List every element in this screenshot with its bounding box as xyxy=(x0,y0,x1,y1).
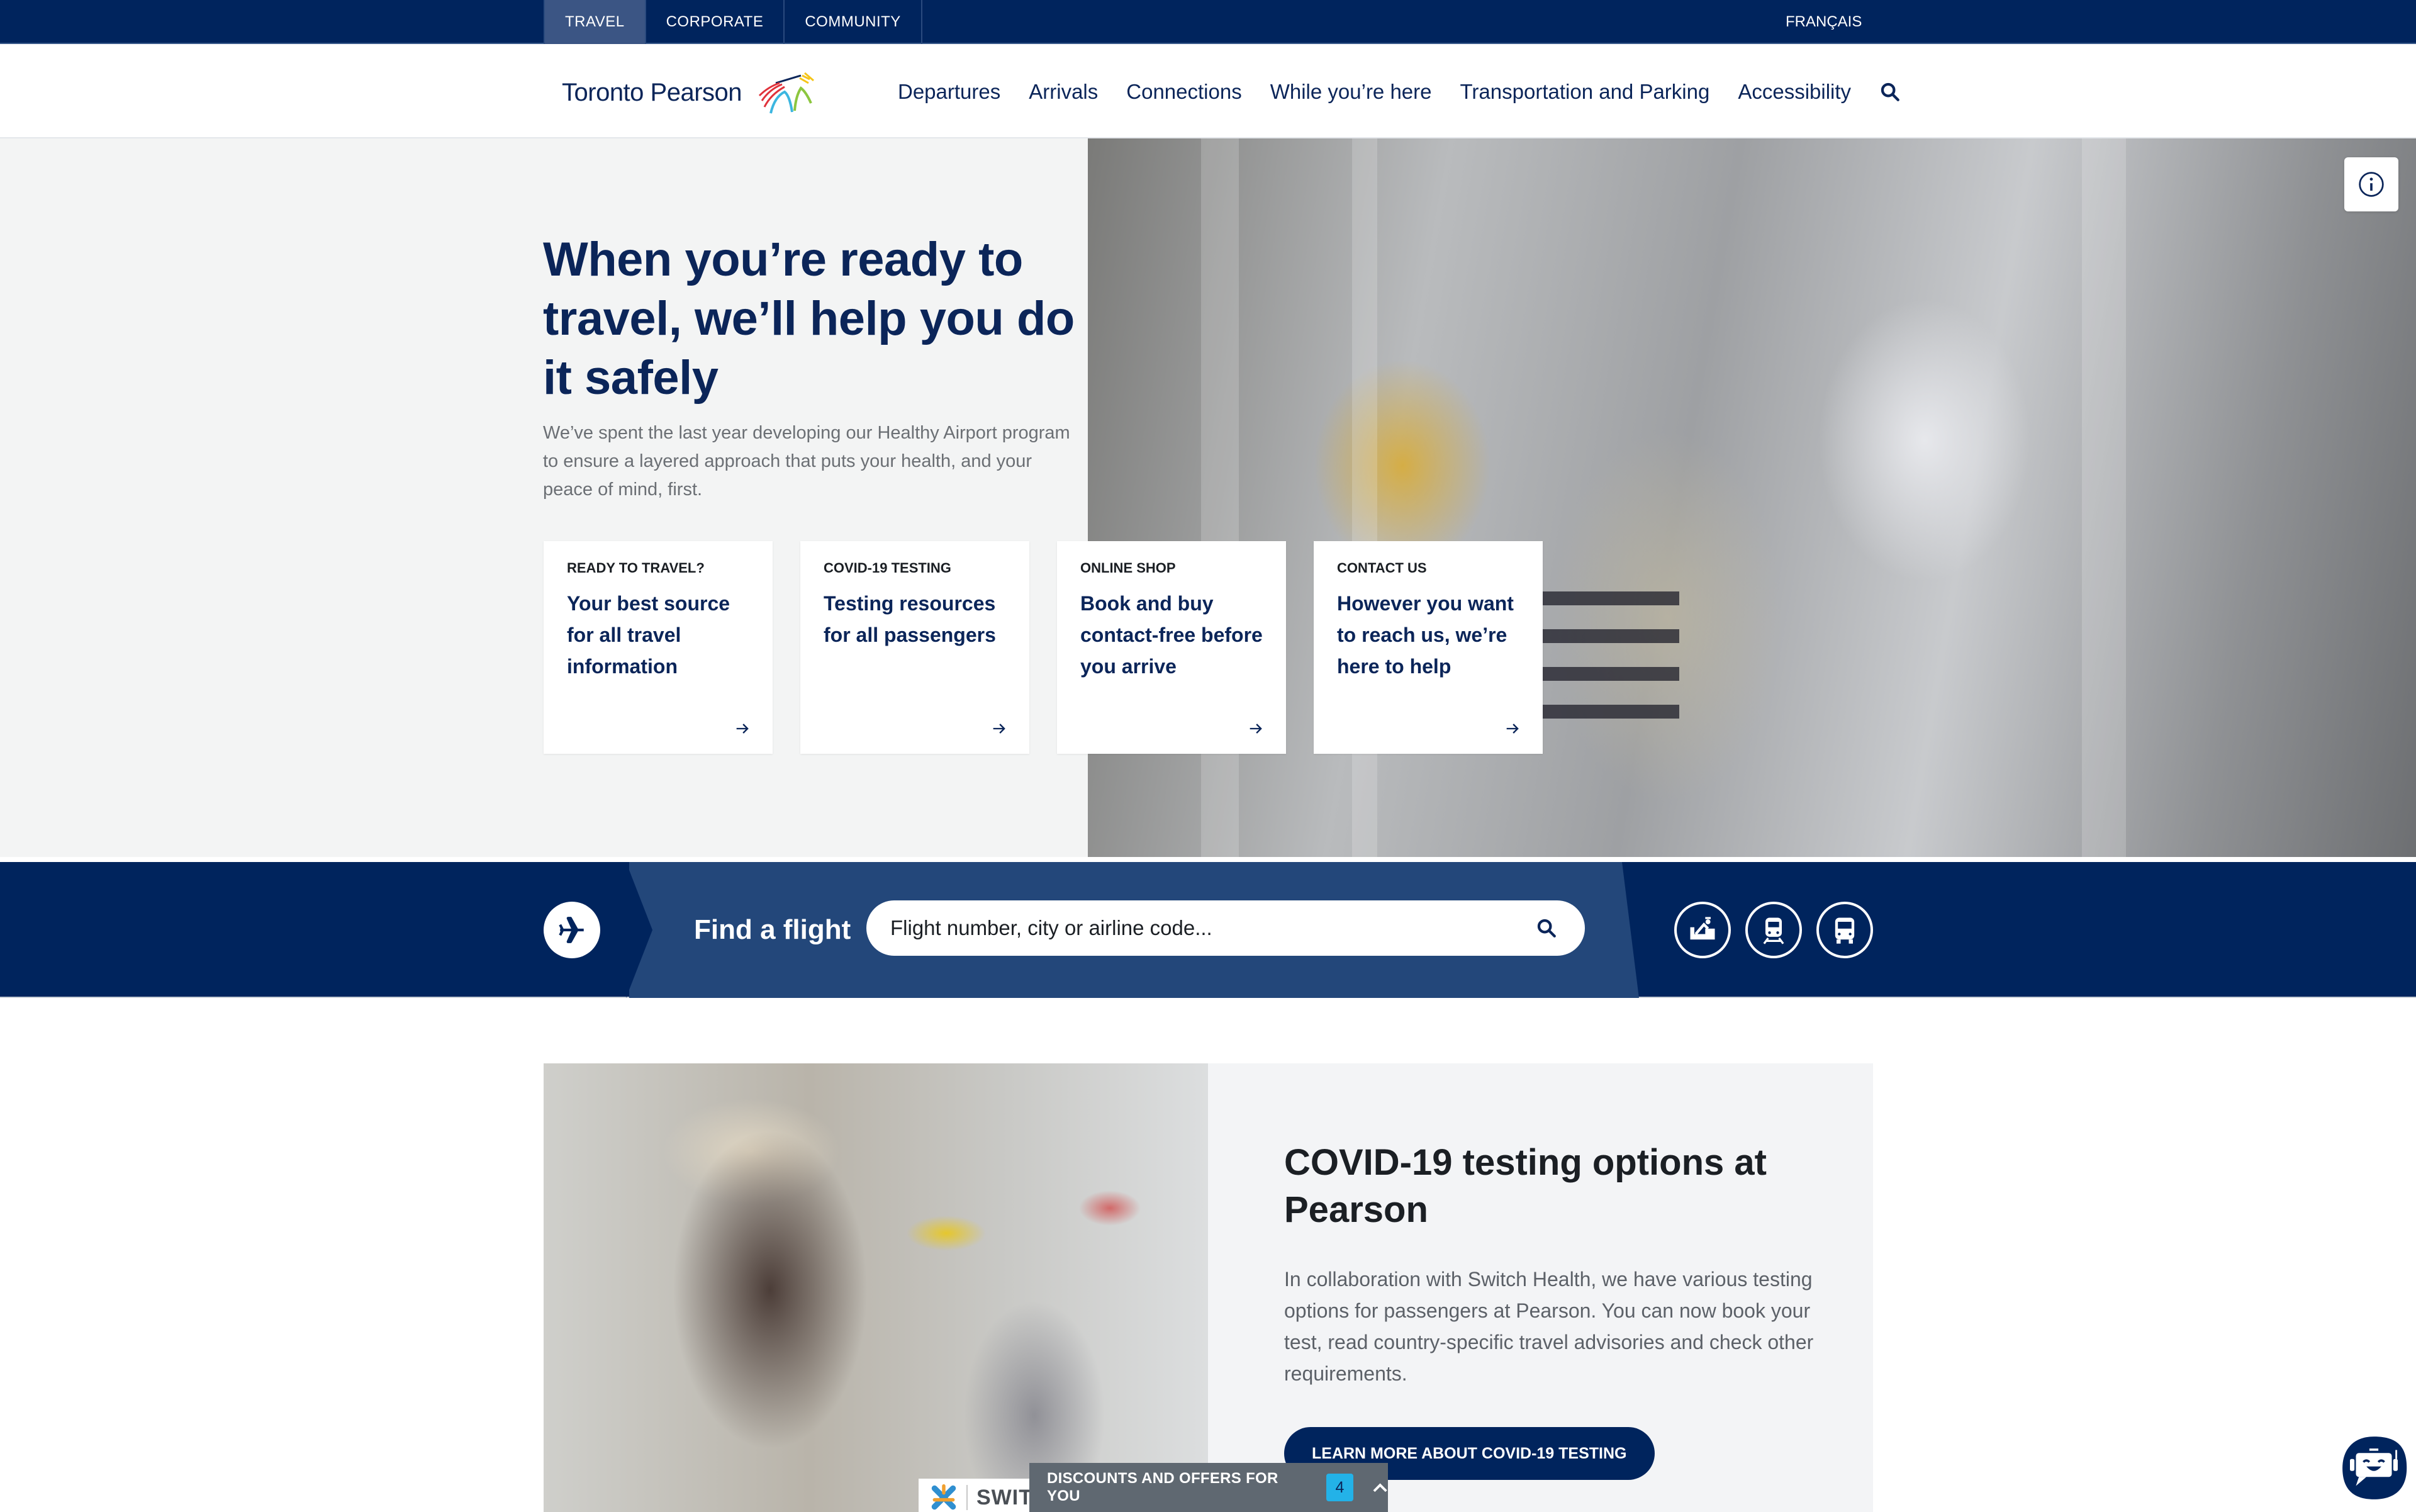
nav-while-youre-here[interactable]: While you’re here xyxy=(1270,80,1432,104)
site-section-tabs: TRAVEL CORPORATE COMMUNITY xyxy=(544,0,922,44)
tab-travel[interactable]: TRAVEL xyxy=(544,0,646,44)
card-title: However you want to reach us, we’re here… xyxy=(1337,592,1514,678)
card-contact-us[interactable]: CONTACT US However you want to reach us,… xyxy=(1314,541,1543,754)
offers-count-badge: 4 xyxy=(1326,1474,1353,1501)
covid-section-title: COVID-19 testing options at Pearson xyxy=(1284,1142,1767,1230)
chevron-up-icon[interactable] xyxy=(1372,1482,1388,1493)
search-icon[interactable] xyxy=(1536,917,1557,939)
nav-transportation-parking[interactable]: Transportation and Parking xyxy=(1460,80,1710,104)
card-covid-testing[interactable]: COVID-19 TESTING Testing resources for a… xyxy=(800,541,1029,754)
tab-corporate[interactable]: CORPORATE xyxy=(646,0,785,44)
arrow-right-icon xyxy=(993,724,1005,734)
bus-button[interactable] xyxy=(1816,902,1873,958)
bus-icon xyxy=(1835,917,1855,944)
nav-arrivals[interactable]: Arrivals xyxy=(1029,80,1098,104)
parking-button[interactable] xyxy=(1674,902,1731,958)
card-eyebrow: ONLINE SHOP xyxy=(1080,560,1176,576)
offers-label: DISCOUNTS AND OFFERS FOR YOU xyxy=(1047,1470,1278,1504)
chatbot-button[interactable] xyxy=(2338,1432,2410,1504)
nav-accessibility[interactable]: Accessibility xyxy=(1738,80,1851,104)
language-toggle-link[interactable]: FRANÇAIS xyxy=(1786,0,1862,44)
train-icon xyxy=(1763,917,1784,944)
covid-section-photo: SWITCH HEALTH xyxy=(544,1063,1208,1512)
image-info-button[interactable] xyxy=(2344,157,2398,211)
card-title: Book and buy contact-free before you arr… xyxy=(1080,592,1263,678)
switch-health-logo-icon xyxy=(931,1484,956,1510)
train-button[interactable] xyxy=(1745,902,1802,958)
card-eyebrow: CONTACT US xyxy=(1337,560,1427,576)
chatbot-icon xyxy=(2342,1436,2407,1499)
arrow-right-icon xyxy=(1506,724,1519,734)
find-a-flight-bar: Find a flight xyxy=(0,862,2416,998)
arrow-right-icon xyxy=(1250,724,1262,734)
tab-community[interactable]: COMMUNITY xyxy=(785,0,922,44)
card-ready-to-travel[interactable]: READY TO TRAVEL? Your best source for al… xyxy=(544,541,773,754)
find-a-flight-label: Find a flight xyxy=(694,914,851,945)
home-logo-link[interactable]: Toronto Pearson xyxy=(562,70,817,115)
flight-mode-button[interactable] xyxy=(544,902,600,958)
flight-search-field xyxy=(866,900,1585,956)
nav-departures[interactable]: Departures xyxy=(898,80,1000,104)
airplane-icon xyxy=(559,917,584,943)
hero-section: When you’re ready to travel, we’ll help … xyxy=(0,138,2416,857)
covid-testing-section: SWITCH HEALTH COVID-19 testing options a… xyxy=(544,1063,1873,1512)
pearson-logo-icon xyxy=(758,72,814,114)
arrow-right-icon xyxy=(736,724,749,734)
covid-section-description: In collaboration with Switch Health, we … xyxy=(1284,1268,1814,1385)
hero-description: We’ve spent the last year developing our… xyxy=(543,423,1070,500)
quick-link-cards: READY TO TRAVEL? Your best source for al… xyxy=(544,541,1543,754)
card-eyebrow: COVID-19 TESTING xyxy=(824,560,951,576)
hero-title: When you’re ready to travel, we’ll help … xyxy=(543,233,1075,405)
search-icon[interactable] xyxy=(1879,81,1901,103)
nav-connections[interactable]: Connections xyxy=(1126,80,1241,104)
discounts-offers-drawer[interactable]: DISCOUNTS AND OFFERS FOR YOU 4 xyxy=(1029,1463,1388,1512)
badge-divider xyxy=(966,1485,968,1510)
logo-text: Toronto Pearson xyxy=(562,78,742,106)
card-online-shop[interactable]: ONLINE SHOP Book and buy contact-free be… xyxy=(1057,541,1286,754)
main-nav: Departures Arrivals Connections While yo… xyxy=(898,45,1901,138)
card-eyebrow: READY TO TRAVEL? xyxy=(567,560,705,576)
parking-attendant-icon xyxy=(1690,917,1715,940)
card-title: Testing resources for all passengers xyxy=(824,592,996,646)
main-header: Toronto Pearson Departures Arrivals Conn… xyxy=(0,45,2416,138)
info-icon xyxy=(2359,172,2384,197)
card-title: Your best source for all travel informat… xyxy=(567,592,730,678)
utility-bar: TRAVEL CORPORATE COMMUNITY FRANÇAIS xyxy=(0,0,2416,44)
flight-search-input[interactable] xyxy=(866,900,1536,956)
